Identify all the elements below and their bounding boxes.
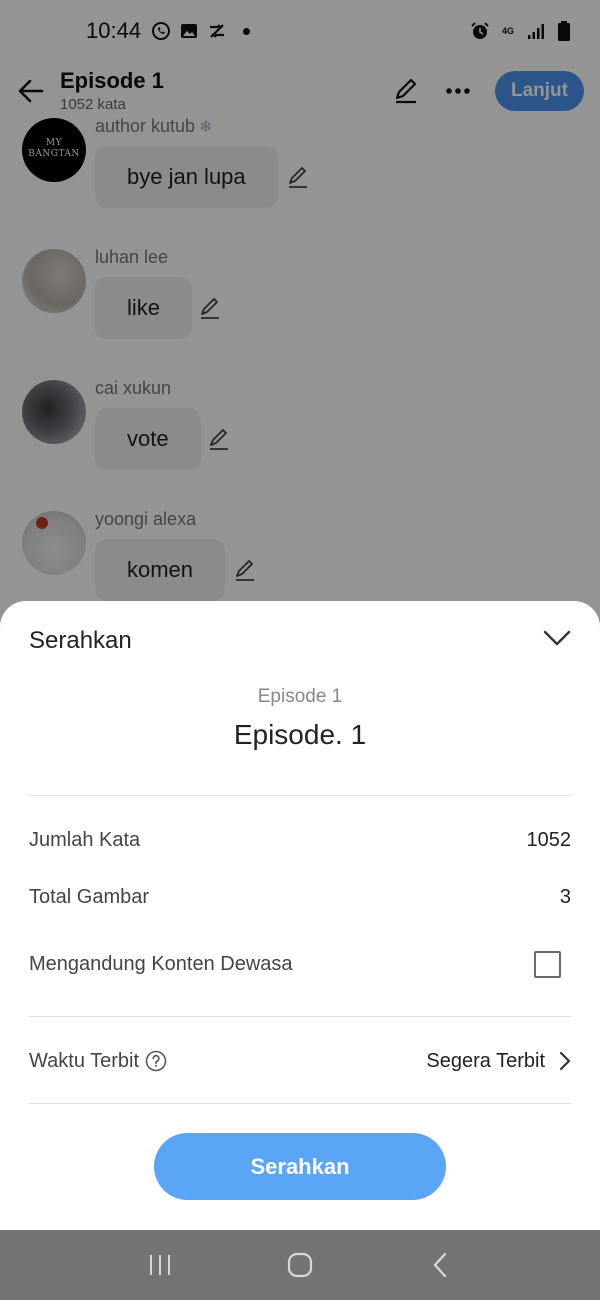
divider: [29, 795, 571, 796]
collapse-sheet-button[interactable]: [540, 621, 574, 655]
adult-content-row: Mengandung Konten Dewasa: [29, 947, 571, 981]
sheet-title: Serahkan: [29, 627, 132, 654]
adult-content-label: Mengandung Konten Dewasa: [29, 952, 293, 975]
publish-time-label: Waktu Terbit: [29, 1049, 140, 1072]
word-count-row: Jumlah Kata 1052: [29, 827, 571, 853]
help-icon[interactable]: [145, 1050, 167, 1072]
recent-apps-icon: [150, 1255, 170, 1275]
word-count-label: Jumlah Kata: [29, 828, 141, 851]
chevron-left-icon: [433, 1252, 447, 1278]
image-count-label: Total Gambar: [29, 885, 150, 908]
image-count-row: Total Gambar 3: [29, 884, 571, 910]
chevron-right-icon: [559, 1051, 571, 1071]
submit-bottom-sheet: Serahkan Episode 1 Episode. 1 Jumlah Kat…: [0, 601, 600, 1230]
chevron-down-icon: [543, 630, 571, 646]
publish-time-selector[interactable]: Segera Terbit: [426, 1050, 571, 1073]
divider: [29, 1103, 571, 1104]
publish-time-value: Segera Terbit: [426, 1049, 545, 1072]
image-count-value: 3: [559, 885, 571, 908]
publish-time-row[interactable]: Waktu Terbit Segera Terbit: [29, 1047, 571, 1075]
home-icon: [287, 1252, 313, 1278]
adult-content-checkbox[interactable]: [534, 950, 561, 978]
system-back-button[interactable]: [420, 1245, 460, 1285]
recent-apps-button[interactable]: [140, 1245, 180, 1285]
episode-name: Episode. 1: [233, 719, 367, 750]
submit-button[interactable]: Serahkan: [154, 1133, 446, 1200]
word-count-value: 1052: [526, 828, 572, 851]
home-button[interactable]: [280, 1245, 320, 1285]
system-navigation-bar: [0, 1230, 600, 1300]
episode-label: Episode 1: [257, 686, 343, 707]
divider: [29, 1016, 571, 1017]
